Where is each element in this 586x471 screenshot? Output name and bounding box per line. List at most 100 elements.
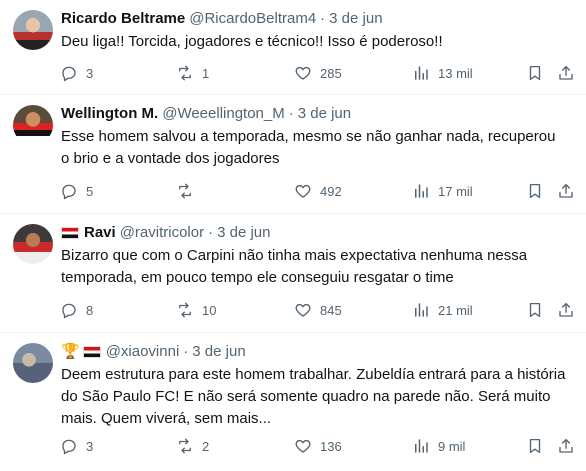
- author-handle[interactable]: @ravitricolor: [120, 223, 204, 243]
- bookmark-icon: [529, 302, 541, 318]
- retweet-icon: [179, 302, 191, 318]
- views-icon: [415, 66, 428, 80]
- tweet-header: 🏆 @xiaovinni · 3 de jun: [61, 342, 246, 362]
- retweet-count: 10: [202, 302, 217, 318]
- share-button[interactable]: [557, 434, 575, 458]
- like-icon: [295, 66, 311, 80]
- reply-count: 8: [86, 302, 94, 318]
- tweet-date[interactable]: 3 de jun: [192, 342, 245, 362]
- like-icon: [295, 184, 311, 198]
- author-name[interactable]: Ravi: [84, 223, 116, 243]
- reply-button[interactable]: 3: [60, 61, 93, 85]
- avatar[interactable]: [13, 343, 53, 383]
- avatar[interactable]: [13, 10, 53, 50]
- tweet-header: Ricardo Beltrame @RicardoBeltram4 · 3 de…: [61, 9, 383, 29]
- retweet-button[interactable]: 1: [176, 61, 209, 85]
- reply-icon: [62, 184, 76, 200]
- tweet-actions: 5 492 17 mil: [60, 179, 580, 203]
- trophy-icon: 🏆: [61, 343, 80, 360]
- avatar[interactable]: [13, 105, 53, 145]
- views-button[interactable]: 13 mil: [412, 61, 473, 85]
- separator: ·: [288, 105, 294, 122]
- retweet-button[interactable]: [176, 179, 202, 203]
- views-button[interactable]: 17 mil: [412, 179, 473, 203]
- share-button[interactable]: [557, 298, 575, 322]
- retweet-icon: [179, 65, 191, 81]
- tweet-header: Ravi @ravitricolor · 3 de jun: [61, 223, 270, 243]
- tweet-header: Wellington M. @Weeellington_M · 3 de jun: [61, 104, 351, 124]
- share-icon: [559, 302, 573, 317]
- separator: ·: [320, 10, 326, 27]
- reply-icon: [62, 439, 76, 455]
- views-icon: [415, 184, 428, 198]
- retweet-icon: [179, 183, 191, 199]
- tweet-actions: 8 10 845 21 mil: [60, 298, 580, 322]
- like-icon: [295, 439, 311, 453]
- bookmark-icon: [529, 438, 541, 454]
- retweet-icon: [179, 438, 191, 454]
- bookmark-button[interactable]: [526, 61, 544, 85]
- share-button[interactable]: [557, 61, 575, 85]
- bookmark-icon: [529, 183, 541, 199]
- like-button[interactable]: 285: [294, 61, 342, 85]
- like-count: 285: [320, 65, 342, 81]
- like-button[interactable]: 845: [294, 298, 342, 322]
- tweet-text: Bizarro que com o Carpini não tinha mais…: [61, 247, 528, 286]
- author-name[interactable]: Wellington M.: [61, 104, 158, 124]
- reply-feed: Ricardo Beltrame @RicardoBeltram4 · 3 de…: [0, 0, 586, 471]
- author-handle[interactable]: @RicardoBeltram4: [189, 9, 316, 29]
- bookmark-button[interactable]: [526, 434, 544, 458]
- share-icon: [559, 438, 573, 453]
- bookmark-button[interactable]: [526, 179, 544, 203]
- views-count: 21 mil: [438, 302, 473, 318]
- tweet-actions: 3 2 136 9 mil: [60, 434, 580, 458]
- sao-paulo-flag-icon: [82, 346, 101, 358]
- tweet-text: Deem estrutura para este homem trabalhar…: [61, 366, 566, 427]
- bookmark-icon: [529, 65, 541, 81]
- tweet-date[interactable]: 3 de jun: [298, 104, 351, 124]
- bookmark-button[interactable]: [526, 298, 544, 322]
- like-count: 845: [320, 302, 342, 318]
- author-handle[interactable]: @xiaovinni: [106, 342, 180, 362]
- sao-paulo-flag-icon: [61, 227, 79, 239]
- like-count: 492: [320, 183, 342, 199]
- retweet-button[interactable]: 10: [176, 298, 216, 322]
- reply-button[interactable]: 8: [60, 298, 93, 322]
- retweet-button[interactable]: 2: [176, 434, 209, 458]
- retweet-count: 2: [202, 438, 210, 454]
- author-name[interactable]: Ricardo Beltrame: [61, 9, 185, 29]
- share-icon: [559, 183, 573, 198]
- tweet-text: Esse homem salvou a temporada, mesmo se …: [61, 128, 556, 167]
- separator: ·: [208, 224, 214, 241]
- retweet-count: 1: [202, 65, 210, 81]
- tweet-date[interactable]: 3 de jun: [217, 223, 270, 243]
- views-button[interactable]: 9 mil: [412, 434, 465, 458]
- tweet-actions: 3 1 285 13 mil: [60, 61, 580, 85]
- avatar[interactable]: [13, 224, 53, 264]
- reply-button[interactable]: 3: [60, 434, 93, 458]
- reply-icon: [62, 66, 76, 82]
- reply-count: 5: [86, 183, 94, 199]
- views-icon: [415, 439, 428, 453]
- like-button[interactable]: 492: [294, 179, 342, 203]
- views-count: 13 mil: [438, 65, 473, 81]
- tweet-date[interactable]: 3 de jun: [329, 9, 382, 29]
- like-count: 136: [320, 438, 342, 454]
- tweet-text: Deu liga!! Torcida, jogadores e técnico!…: [61, 33, 443, 50]
- share-button[interactable]: [557, 179, 575, 203]
- views-count: 9 mil: [438, 438, 466, 454]
- tweet[interactable]: Ravi @ravitricolor · 3 de jun Bizarro qu…: [0, 214, 586, 333]
- views-button[interactable]: 21 mil: [412, 298, 473, 322]
- like-button[interactable]: 136: [294, 434, 342, 458]
- share-icon: [559, 65, 573, 80]
- reply-button[interactable]: 5: [60, 179, 93, 203]
- reply-count: 3: [86, 65, 94, 81]
- tweet[interactable]: Ricardo Beltrame @RicardoBeltram4 · 3 de…: [0, 0, 586, 95]
- separator: ·: [183, 343, 189, 360]
- reply-count: 3: [86, 438, 94, 454]
- tweet[interactable]: 🏆 @xiaovinni · 3 de jun Deem estrutura p…: [0, 333, 586, 471]
- tweet[interactable]: Wellington M. @Weeellington_M · 3 de jun…: [0, 95, 586, 214]
- reply-icon: [62, 303, 76, 319]
- author-handle[interactable]: @Weeellington_M: [162, 104, 285, 124]
- views-count: 17 mil: [438, 183, 473, 199]
